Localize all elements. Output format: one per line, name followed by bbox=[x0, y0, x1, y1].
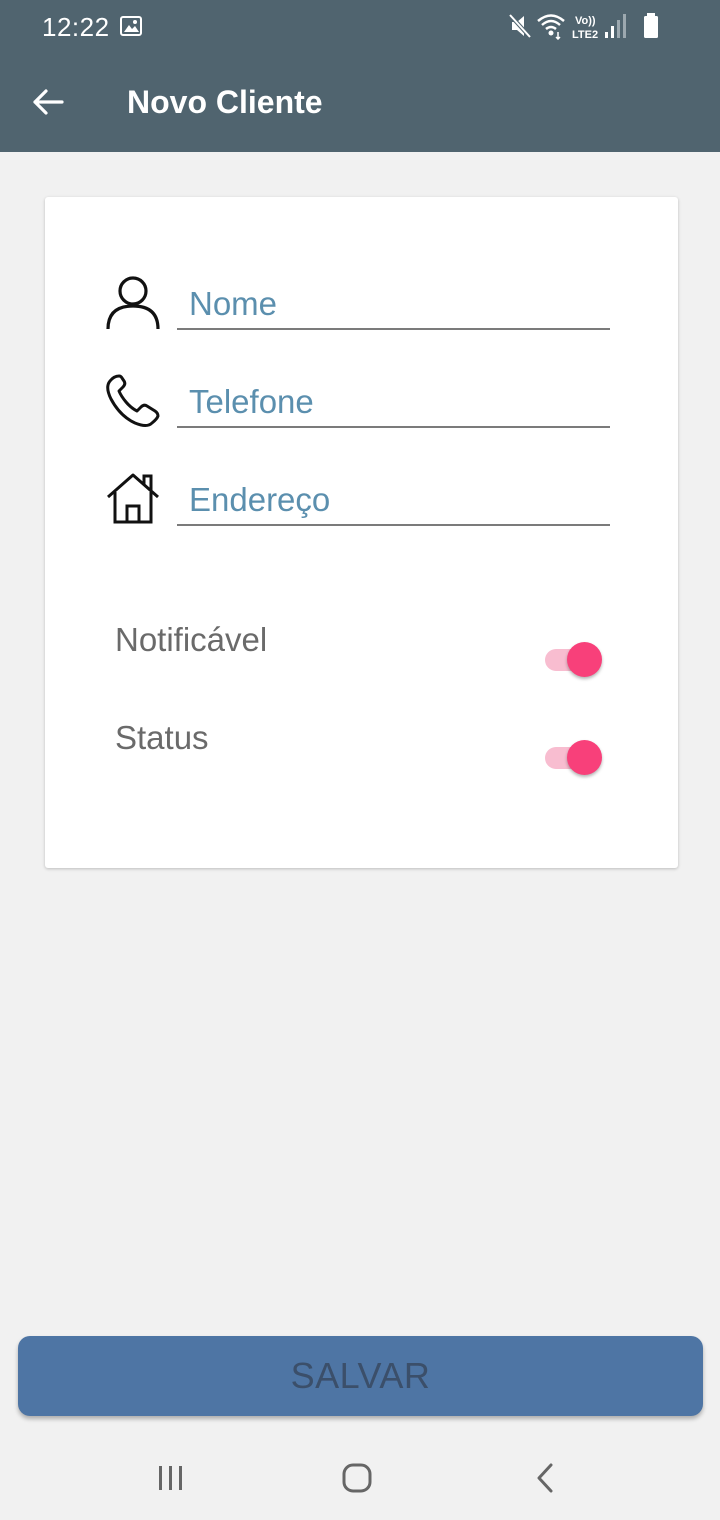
status-time: 12:22 bbox=[42, 12, 110, 42]
gallery-icon bbox=[120, 16, 142, 36]
back-nav-icon bbox=[537, 1463, 553, 1493]
phone-field-row bbox=[45, 370, 678, 440]
system-nav-bar bbox=[0, 1436, 720, 1520]
volte-lte2-icon: Vo)) LTE2 bbox=[572, 15, 598, 41]
back-button[interactable] bbox=[26, 82, 70, 122]
battery-icon bbox=[644, 13, 658, 38]
phone-input[interactable] bbox=[177, 378, 610, 428]
recent-apps-button[interactable] bbox=[141, 1456, 201, 1500]
home-button-icon bbox=[342, 1463, 372, 1493]
name-input[interactable] bbox=[177, 280, 610, 330]
address-field-row bbox=[45, 468, 678, 538]
phone-icon bbox=[106, 374, 160, 427]
home-icon bbox=[107, 473, 159, 524]
address-input[interactable] bbox=[177, 476, 610, 526]
switch-thumb bbox=[567, 740, 602, 775]
switch-thumb bbox=[567, 642, 602, 677]
mute-icon bbox=[508, 13, 532, 39]
home-nav-button[interactable] bbox=[327, 1456, 387, 1500]
page-title: Novo Cliente bbox=[127, 84, 323, 120]
person-icon bbox=[106, 276, 160, 330]
volte-top-text: Vo)) bbox=[575, 15, 596, 27]
recent-apps-icon bbox=[159, 1466, 182, 1490]
save-button[interactable]: SALVAR bbox=[18, 1336, 703, 1416]
name-field-row bbox=[45, 272, 678, 342]
signal-icon bbox=[605, 14, 626, 38]
status-label: Status bbox=[115, 719, 209, 756]
back-nav-button[interactable] bbox=[515, 1456, 575, 1500]
app-bar: 12:22 Vo)) LTE2 Novo Cliente bbox=[0, 0, 720, 152]
volte-bottom-text: LTE2 bbox=[572, 29, 598, 41]
notificavel-label: Notificável bbox=[115, 621, 268, 658]
client-form-card: Notificável Status bbox=[45, 197, 678, 868]
arrow-left-icon bbox=[33, 89, 64, 115]
status-switch[interactable] bbox=[543, 737, 603, 777]
wifi-icon bbox=[537, 14, 565, 40]
notificavel-switch[interactable] bbox=[543, 639, 603, 679]
status-bar: 12:22 Vo)) LTE2 bbox=[0, 0, 720, 56]
